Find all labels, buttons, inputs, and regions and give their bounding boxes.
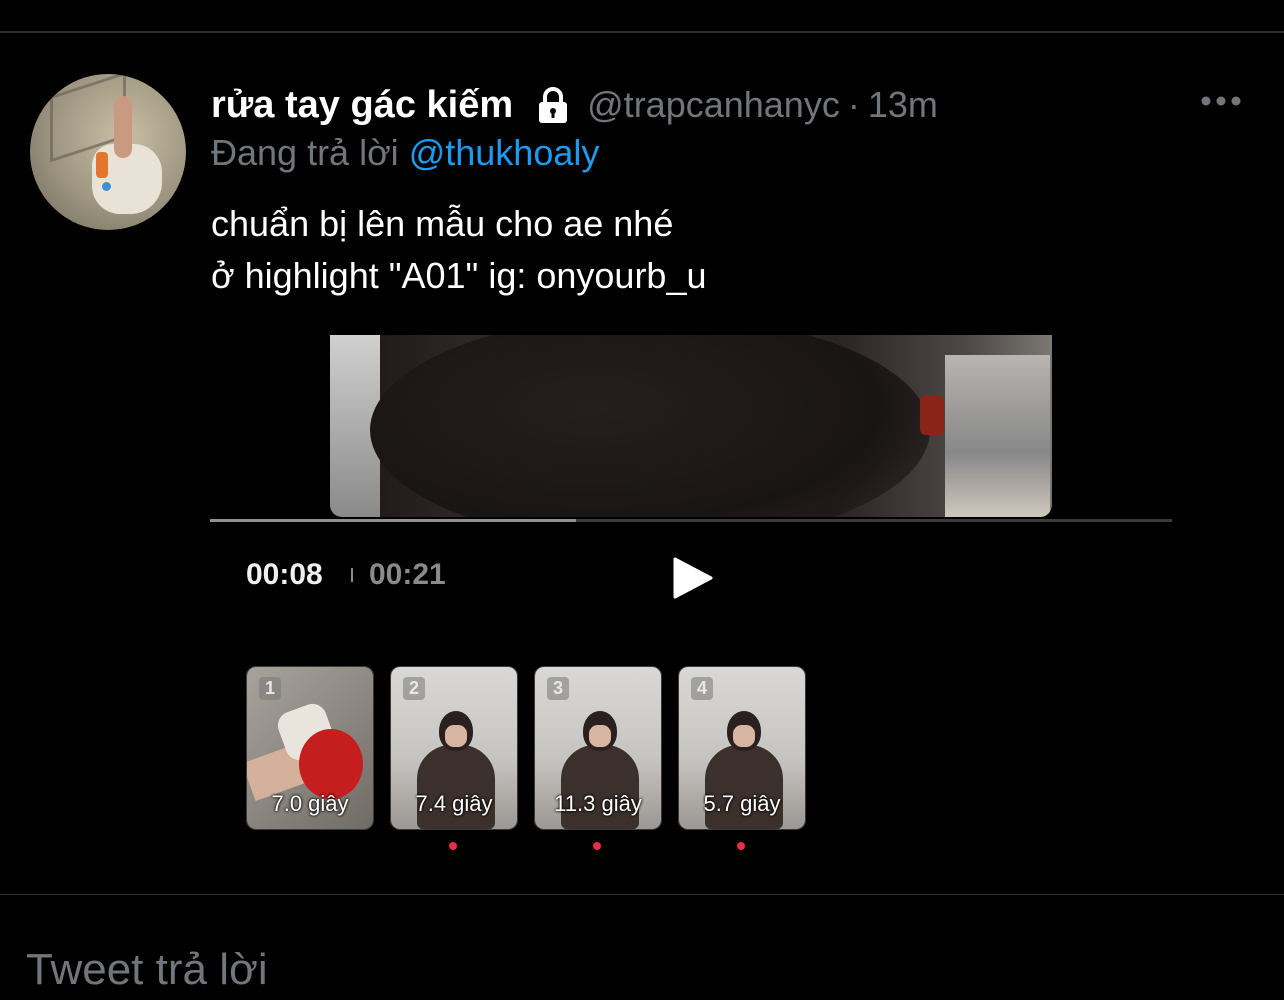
bottom-divider xyxy=(0,894,1284,895)
clip-thumbnail-2[interactable]: 2 7.4 giây xyxy=(390,666,518,830)
video-frame[interactable] xyxy=(330,335,1052,517)
clip-number: 3 xyxy=(547,677,570,700)
avatar[interactable] xyxy=(30,74,186,230)
clip-thumbnail-3[interactable]: 3 11.3 giây xyxy=(534,666,662,830)
clip-duration: 7.0 giây xyxy=(271,791,349,816)
reply-mention-link[interactable]: @thukhoaly xyxy=(409,132,600,173)
clip-thumbnail-1[interactable]: 1 7.0 giây xyxy=(246,666,374,830)
clip-thumbnail-4[interactable]: 4 5.7 giây xyxy=(678,666,806,830)
reply-context: Đang trả lời @thukhoaly xyxy=(211,132,599,174)
reply-prefix: Đang trả lời xyxy=(211,132,399,173)
clip-number: 4 xyxy=(691,677,714,700)
display-name[interactable]: rửa tay gác kiếm xyxy=(211,84,513,127)
clip-number: 2 xyxy=(403,677,426,700)
reply-input[interactable] xyxy=(26,940,626,1000)
lock-icon xyxy=(533,85,573,125)
clip-marker-dot xyxy=(593,842,601,850)
avatar-tube-detail xyxy=(96,152,108,178)
top-divider xyxy=(0,31,1284,33)
clip-marker-dot xyxy=(449,842,457,850)
tweet-time[interactable]: 13m xyxy=(868,84,938,126)
video-subject-detail xyxy=(370,335,930,517)
clip-person-face xyxy=(445,725,467,747)
avatar-dot-detail xyxy=(102,182,111,191)
separator-dot: · xyxy=(847,84,860,125)
clip-duration: 5.7 giây xyxy=(703,791,781,816)
tweet-header: rửa tay gác kiếm @trapcanhanyc · 13m xyxy=(211,80,938,130)
more-icon[interactable] xyxy=(1200,88,1242,114)
video-box-detail xyxy=(945,355,1050,517)
clip-duration: 7.4 giây xyxy=(415,791,493,816)
video-progress-bar[interactable] xyxy=(210,519,1172,522)
play-icon[interactable] xyxy=(673,557,713,599)
clip-number: 1 xyxy=(259,677,282,700)
clip-glove-detail xyxy=(299,729,363,799)
current-time: 00:08 xyxy=(246,558,323,591)
clip-duration: 11.3 giây xyxy=(554,791,642,816)
clip-person-face xyxy=(589,725,611,747)
clip-person-face xyxy=(733,725,755,747)
tweet-text: chuẩn bị lên mẫu cho ae nhé ở highlight … xyxy=(211,203,707,296)
video-red-detail xyxy=(920,395,944,435)
video-progress-fill xyxy=(210,519,576,522)
time-separator xyxy=(351,568,353,582)
user-handle[interactable]: @trapcanhanyc xyxy=(587,84,840,126)
clip-marker-dot xyxy=(737,842,745,850)
total-time: 00:21 xyxy=(369,558,446,591)
avatar-finger-detail xyxy=(114,96,132,158)
